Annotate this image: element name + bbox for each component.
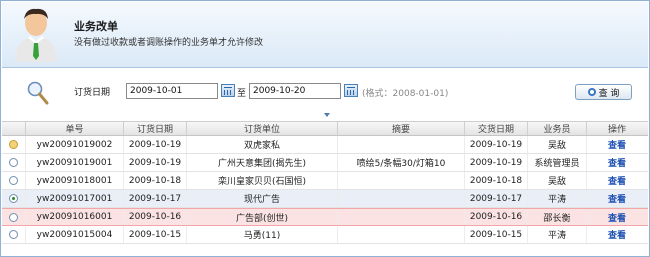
order-date-cell: 2009-10-17 xyxy=(124,190,187,207)
column-header-action: 操作 xyxy=(607,125,626,135)
window-frame: 业务改单 没有做过收款或者调账操作的业务单才允许修改 订货日期 至 (格式：20… xyxy=(0,0,650,257)
order-date-cell: 2009-10-15 xyxy=(124,226,187,243)
action-cell: 查看 xyxy=(587,154,647,171)
row-select-cell xyxy=(2,209,26,225)
action-cell: 查看 xyxy=(587,190,647,207)
row-select-cell xyxy=(2,190,26,207)
date-format-hint: (格式：2008-01-01) xyxy=(362,89,449,99)
table-row[interactable]: yw20091018001 2009-10-18 栾川皇家贝贝(石国恒) 2009-1… xyxy=(2,172,648,190)
view-link[interactable]: 查看 xyxy=(608,192,626,205)
delivery-date-cell: 2009-10-19 xyxy=(465,136,528,153)
table-header-row: 单号 订货日期 订货单位 摘要 交货日期 业务员 操作 xyxy=(2,121,648,136)
row-radio[interactable] xyxy=(9,140,18,149)
customer-cell: 栾川皇家贝贝(石国恒) xyxy=(187,172,338,189)
row-radio[interactable] xyxy=(9,158,18,167)
order-no-cell: yw20091019002 xyxy=(26,136,124,153)
column-header-delivery-date[interactable]: 交货日期 xyxy=(465,122,528,135)
query-button-label: 查 询 xyxy=(598,88,620,99)
customer-cell: 广告部(创世) xyxy=(187,209,338,225)
salesman-cell: 吴敌 xyxy=(528,136,587,153)
page-title: 业务改单 xyxy=(74,20,118,33)
column-header-order-date[interactable]: 订货日期 xyxy=(124,122,187,135)
calendar-icon[interactable] xyxy=(221,84,235,97)
salesman-cell: 吴敌 xyxy=(528,172,587,189)
action-cell: 查看 xyxy=(587,136,647,153)
order-no-cell: yw20091018001 xyxy=(26,172,124,189)
page-subtitle: 没有做过收款或者调账操作的业务单才允许修改 xyxy=(74,38,264,48)
magnifier-icon xyxy=(27,81,49,105)
delivery-date-cell: 2009-10-15 xyxy=(465,226,528,243)
row-select-cell xyxy=(2,136,26,153)
row-radio[interactable] xyxy=(9,194,18,203)
query-button[interactable]: 查 询 xyxy=(575,84,632,100)
table-row[interactable]: yw20091017001 2009-10-17 现代广告 2009-10-17 平涛查… xyxy=(2,190,648,208)
salesman-cell: 邵长衡 xyxy=(528,209,587,225)
row-select-cell xyxy=(2,226,26,243)
orders-table: 单号 订货日期 订货单位 摘要 交货日期 业务员 操作 yw2009101900… xyxy=(2,121,648,244)
row-select-cell xyxy=(2,154,26,171)
search-panel: 订货日期 至 (格式：2008-01-01) 查 询 xyxy=(2,69,648,117)
customer-cell: 广州天意集团(揭先生) xyxy=(187,154,338,171)
row-radio[interactable] xyxy=(9,176,18,185)
view-link[interactable]: 查看 xyxy=(608,138,626,151)
table-row[interactable]: yw20091016001 2009-10-16 广告部(创世) 2009-10-16… xyxy=(2,208,648,226)
triangle-down-icon[interactable] xyxy=(324,113,330,117)
column-header-salesman[interactable]: 业务员 xyxy=(528,122,587,135)
date-to-input[interactable] xyxy=(249,83,341,99)
date-from-input[interactable] xyxy=(126,83,218,99)
salesman-cell: 平涛 xyxy=(528,226,587,243)
column-header-summary[interactable]: 摘要 xyxy=(338,122,465,135)
order-date-cell: 2009-10-19 xyxy=(124,136,187,153)
delivery-date-cell: 2009-10-18 xyxy=(465,172,528,189)
order-no-cell: yw20091019001 xyxy=(26,154,124,171)
order-no-cell: yw20091017001 xyxy=(26,190,124,207)
summary-cell: 喷绘5/条幅30/灯箱10 xyxy=(338,154,465,171)
order-date-cell: 2009-10-19 xyxy=(124,154,187,171)
salesman-cell: 系统管理员 xyxy=(528,154,587,171)
row-select-cell xyxy=(2,172,26,189)
table-row[interactable]: yw20091015004 2009-10-15 马勇(11) 2009-10-15 平… xyxy=(2,226,648,244)
delivery-date-cell: 2009-10-17 xyxy=(465,190,528,207)
view-link[interactable]: 查看 xyxy=(608,174,626,187)
table-row[interactable]: yw20091019002 2009-10-19 双虎家私 2009-10-19 吴敌查… xyxy=(2,136,648,154)
date-range-separator: 至 xyxy=(237,89,247,99)
user-avatar-icon xyxy=(15,8,57,62)
row-radio[interactable] xyxy=(9,230,18,239)
action-cell: 查看 xyxy=(587,209,647,225)
summary-cell xyxy=(338,209,465,225)
order-no-cell: yw20091016001 xyxy=(26,209,124,225)
column-header-customer[interactable]: 订货单位 xyxy=(187,122,338,135)
table-body: yw20091019002 2009-10-19 双虎家私 2009-10-19 吴敌查… xyxy=(2,136,648,244)
column-header-select xyxy=(2,122,26,135)
column-header-order-no[interactable]: 单号 xyxy=(26,122,124,135)
row-radio[interactable] xyxy=(9,212,18,222)
page-header: 业务改单 没有做过收款或者调账操作的业务单才允许修改 xyxy=(2,2,648,68)
action-cell: 查看 xyxy=(587,226,647,243)
summary-cell xyxy=(338,136,465,153)
summary-cell xyxy=(338,226,465,243)
order-date-label: 订货日期 xyxy=(74,88,111,98)
table-row[interactable]: yw20091019001 2009-10-19 广州天意集团(揭先生) 喷绘5/条幅… xyxy=(2,154,648,172)
view-link[interactable]: 查看 xyxy=(608,156,626,169)
customer-cell: 马勇(11) xyxy=(187,226,338,243)
query-icon xyxy=(587,88,596,96)
salesman-cell: 平涛 xyxy=(528,190,587,207)
order-date-cell: 2009-10-18 xyxy=(124,172,187,189)
summary-cell xyxy=(338,172,465,189)
customer-cell: 现代广告 xyxy=(187,190,338,207)
delivery-date-cell: 2009-10-19 xyxy=(465,154,528,171)
action-cell: 查看 xyxy=(587,172,647,189)
summary-cell xyxy=(338,190,465,207)
calendar-icon[interactable] xyxy=(344,84,358,97)
order-date-cell: 2009-10-16 xyxy=(124,209,187,225)
delivery-date-cell: 2009-10-16 xyxy=(465,209,528,225)
order-no-cell: yw20091015004 xyxy=(26,226,124,243)
view-link[interactable]: 查看 xyxy=(608,228,626,241)
view-link[interactable]: 查看 xyxy=(608,211,626,224)
customer-cell: 双虎家私 xyxy=(187,136,338,153)
